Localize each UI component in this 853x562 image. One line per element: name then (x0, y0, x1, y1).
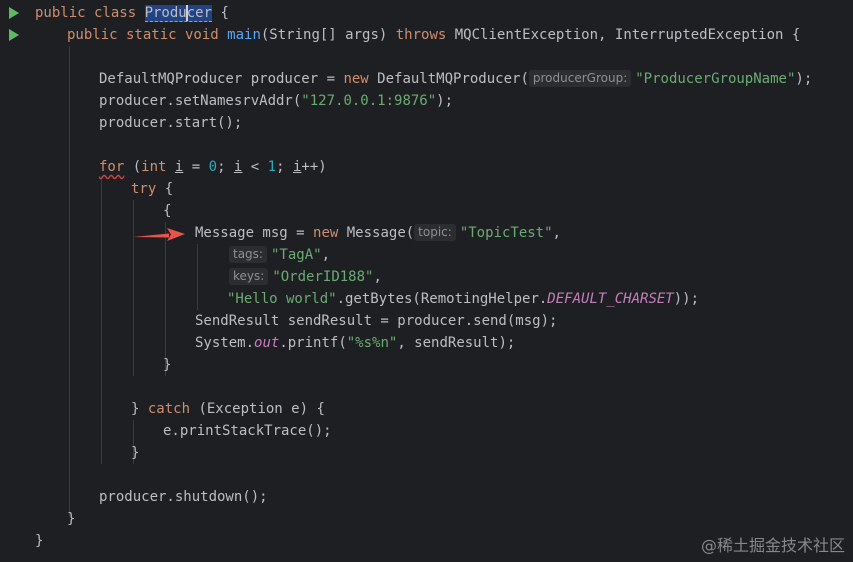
code-text: DefaultMQProducer( (368, 71, 529, 87)
code-line[interactable]: public class Producer { (35, 2, 229, 24)
code-text: } (67, 511, 76, 527)
number-literal: 1 (267, 159, 277, 175)
run-method-icon[interactable] (9, 29, 19, 41)
code-text: Message( (338, 225, 415, 241)
class-name-part: cer (186, 5, 213, 21)
keyword: new (343, 71, 369, 87)
keyword: public static void (67, 27, 228, 43)
indent-guide (197, 244, 198, 310)
code-line[interactable]: tags: "TagA", (229, 244, 330, 266)
code-text: { (163, 203, 172, 219)
code-line[interactable]: } (131, 442, 139, 464)
static-field: out (254, 335, 280, 351)
code-text: } (163, 357, 172, 373)
code-text: producer.shutdown(); (99, 489, 268, 505)
code-line[interactable]: public static void main(String[] args) t… (67, 24, 800, 46)
code-text: System. (195, 335, 255, 351)
number-literal: 0 (208, 159, 218, 175)
code-text: ); (436, 93, 454, 109)
code-text: )); (673, 291, 700, 307)
code-line[interactable]: Message msg = new Message(topic: "TopicTe… (195, 222, 561, 244)
code-text: producer.setNamesrvAddr( (99, 93, 302, 109)
code-line[interactable]: e.printStackTrace(); (163, 420, 332, 442)
indent-guide (133, 200, 134, 376)
code-text: ++) (301, 159, 327, 175)
code-text: MQClientException, InterruptedException … (446, 27, 801, 43)
keyword-warning[interactable]: for (99, 159, 124, 175)
keyword: int (141, 159, 167, 175)
code-line[interactable]: } (35, 530, 43, 552)
code-line[interactable]: } (67, 508, 75, 530)
string-literal: "TagA" (270, 247, 322, 263)
code-text: } (35, 533, 44, 549)
string-literal: "%s%n" (346, 335, 398, 351)
string-literal: "127.0.0.1:9876" (301, 93, 437, 109)
code-text: Message msg = (195, 225, 314, 241)
keyword: throws (395, 27, 447, 43)
code-text: ; (217, 159, 234, 175)
code-text: .getBytes(RemotingHelper. (336, 291, 548, 307)
code-line[interactable]: producer.shutdown(); (99, 486, 268, 508)
code-text: , (321, 247, 330, 263)
code-editor[interactable]: public class Producer { public static vo… (0, 0, 853, 562)
code-text: (String[] args) (260, 27, 396, 43)
code-text: SendResult sendResult = producer.send(ms… (195, 313, 558, 329)
code-text: producer.start(); (99, 115, 243, 131)
code-line[interactable]: "Hello world".getBytes(RemotingHelper.DE… (227, 288, 699, 310)
static-constant: DEFAULT_CHARSET (547, 291, 674, 307)
code-text: .printf( (279, 335, 347, 351)
string-literal: "Hello world" (227, 291, 337, 307)
keyword: new (313, 225, 339, 241)
string-literal: "OrderID188" (272, 269, 374, 285)
code-line[interactable]: } catch (Exception e) { (131, 398, 325, 420)
watermark: @稀土掘金技术社区 (700, 536, 845, 555)
code-line[interactable]: SendResult sendResult = producer.send(ms… (195, 310, 557, 332)
code-line[interactable]: DefaultMQProducer producer = new Default… (99, 68, 812, 90)
code-text: e.printStackTrace(); (163, 423, 332, 439)
code-text: , (552, 225, 561, 241)
code-line[interactable]: producer.start(); (99, 112, 242, 134)
code-text: } (131, 401, 148, 417)
indent-guide (165, 222, 166, 376)
indent-guide (101, 178, 102, 464)
parameter-hint: producerGroup: (528, 70, 632, 87)
code-text: , (373, 269, 382, 285)
parameter-hint: keys: (229, 268, 269, 285)
code-text: ); (795, 71, 813, 87)
editor-gutter (0, 0, 26, 562)
code-line[interactable]: for (int i = 0; i < 1; i++) (99, 156, 327, 178)
code-line[interactable]: System.out.printf("%s%n", sendResult); (195, 332, 515, 354)
code-text: } (131, 445, 140, 461)
code-text: , sendResult); (397, 335, 516, 351)
class-name-selected[interactable]: Producer (144, 5, 213, 22)
code-text: { (156, 181, 174, 197)
parameter-hint: topic: (414, 224, 456, 241)
method-name: main (227, 27, 261, 43)
code-text: < (242, 159, 268, 175)
code-line[interactable]: } (163, 354, 171, 376)
code-line[interactable]: try { (131, 178, 173, 200)
code-line[interactable]: keys: "OrderID188", (229, 266, 382, 288)
code-text: { (212, 5, 229, 21)
keyword: catch (147, 401, 191, 417)
code-line[interactable]: producer.setNamesrvAddr("127.0.0.1:9876"… (99, 90, 453, 112)
code-line[interactable]: { (163, 200, 171, 222)
code-text: DefaultMQProducer producer = (99, 71, 344, 87)
indent-guide (69, 46, 70, 516)
run-class-icon[interactable] (9, 7, 19, 19)
code-text: ; (276, 159, 293, 175)
string-literal: "TopicTest" (459, 225, 553, 241)
keyword: public class (35, 5, 145, 21)
code-text: ( (124, 159, 142, 175)
code-text: = (183, 159, 209, 175)
keyword: try (131, 181, 157, 197)
code-text: (Exception e) { (190, 401, 325, 417)
class-name-part: Produ (144, 5, 187, 21)
string-literal: "ProducerGroupName" (635, 71, 796, 87)
parameter-hint: tags: (229, 246, 267, 263)
arrow-right-icon (133, 228, 185, 241)
